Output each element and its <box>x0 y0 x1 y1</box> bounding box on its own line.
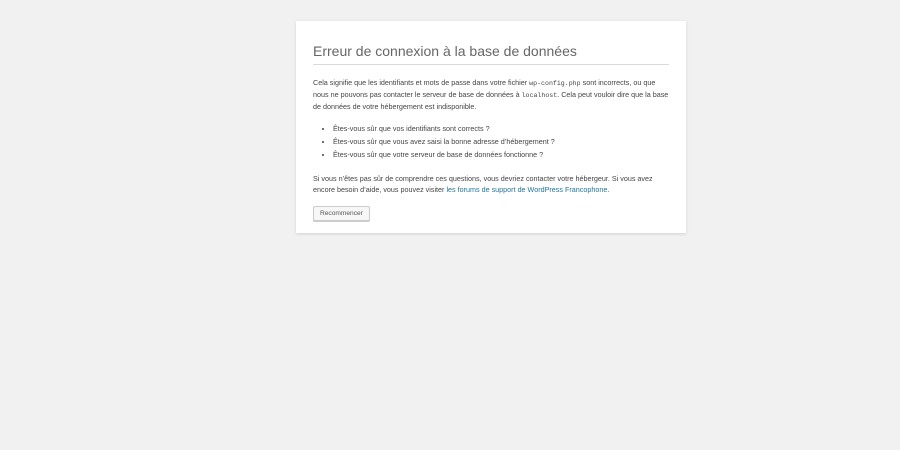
config-file-code: wp-config.php <box>529 80 581 87</box>
checklist: Êtes-vous sûr que vos identifiants sont … <box>313 122 669 161</box>
error-panel: Erreur de connexion à la base de données… <box>296 21 686 233</box>
error-description: Cela signifie que les identifiants et mo… <box>313 77 669 112</box>
support-forum-link[interactable]: les forums de support de WordPress Franc… <box>446 185 607 194</box>
checklist-item: Êtes-vous sûr que vous avez saisi la bon… <box>333 135 669 148</box>
help-text-2: . <box>607 185 610 194</box>
description-text-1: Cela signifie que les identifiants et mo… <box>313 78 530 87</box>
checklist-item: Êtes-vous sûr que votre serveur de base … <box>333 148 669 161</box>
page-title: Erreur de connexion à la base de données <box>313 21 669 65</box>
retry-button[interactable]: Recommencer <box>313 206 370 221</box>
help-paragraph: Si vous n’êtes pas sûr de comprendre ces… <box>313 173 669 195</box>
checklist-item: Êtes-vous sûr que vos identifiants sont … <box>333 122 669 135</box>
host-code: localhost <box>521 92 558 99</box>
